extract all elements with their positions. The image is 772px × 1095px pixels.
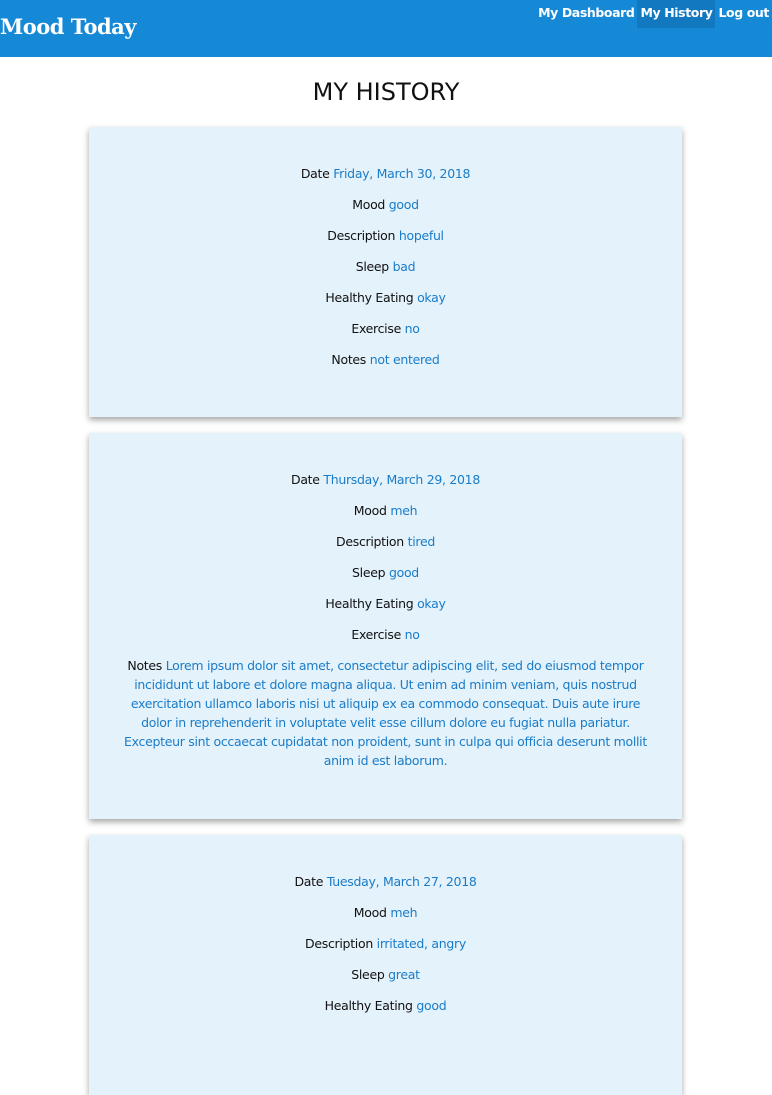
field-value: good	[388, 565, 419, 580]
field-label: Healthy Eating	[325, 290, 414, 305]
nav-links: My Dashboard My History Log out	[535, 0, 772, 28]
field-label: Mood	[352, 197, 386, 212]
field-label: Date	[291, 472, 320, 487]
field-label: Description	[327, 228, 396, 243]
field-value: meh	[390, 905, 418, 920]
field-value: tired	[407, 534, 436, 549]
field-label: Sleep	[355, 259, 390, 274]
field-label: Exercise	[351, 627, 401, 642]
entry-exercise-row: Exercise no	[119, 319, 652, 338]
field-value: okay	[417, 596, 446, 611]
entry-description-row: Description irritated, angry	[119, 934, 652, 953]
field-label: Description	[305, 936, 373, 951]
history-entry-card: Date Tuesday, March 27, 2018 Mood meh Desc…	[89, 835, 682, 1095]
field-value: hopeful	[398, 228, 444, 243]
field-label: Date	[300, 166, 330, 181]
field-label: Mood	[353, 503, 387, 518]
entry-notes-row: Notes not entered	[119, 350, 652, 369]
field-label: Healthy Eating	[325, 596, 414, 611]
entry-sleep-row: Sleep good	[119, 563, 652, 582]
entry-notes-row: Notes Lorem ipsum dolor sit amet, consec…	[119, 656, 652, 770]
field-label: Healthy Eating	[324, 998, 413, 1013]
field-value: good	[388, 197, 419, 212]
field-value: Thursday, March 29, 2018	[323, 472, 480, 487]
entry-exercise-row: Exercise no	[119, 625, 652, 644]
history-entry-card: Date Thursday, March 29, 2018 Mood meh Des…	[89, 433, 682, 819]
entry-date-row: Date Thursday, March 29, 2018	[119, 470, 652, 489]
nav-my-dashboard[interactable]: My Dashboard	[535, 0, 637, 28]
nav-my-history[interactable]: My History	[637, 0, 716, 28]
field-value: no	[404, 321, 420, 336]
navbar: Mood Today My Dashboard My History Log o…	[0, 0, 772, 57]
field-value: great	[388, 967, 420, 982]
entry-description-row: Description hopeful	[119, 226, 652, 245]
field-label: Mood	[353, 905, 387, 920]
entry-healthy-eating-row: Healthy Eating okay	[119, 288, 652, 307]
field-label: Date	[294, 874, 324, 889]
entry-mood-row: Mood meh	[119, 903, 652, 922]
history-entry-card: Date Friday, March 30, 2018 Mood good Desc…	[89, 127, 682, 417]
field-value: Tuesday, March 27, 2018	[326, 874, 477, 889]
nav-log-out[interactable]: Log out	[715, 0, 772, 28]
entry-mood-row: Mood meh	[119, 501, 652, 520]
field-label: Notes	[331, 352, 367, 367]
entry-date-row: Date Friday, March 30, 2018	[119, 164, 652, 183]
entry-healthy-eating-row: Healthy Eating good	[119, 996, 652, 1015]
field-value: bad	[392, 259, 416, 274]
field-value: Friday, March 30, 2018	[333, 166, 471, 181]
entry-description-row: Description tired	[119, 532, 652, 551]
entry-mood-row: Mood good	[119, 195, 652, 214]
field-label: Description	[336, 534, 404, 549]
field-value: not entered	[369, 352, 440, 367]
field-value: Lorem ipsum dolor sit amet, consectetur …	[124, 658, 647, 768]
brand-logo[interactable]: Mood Today	[0, 14, 136, 39]
entry-healthy-eating-row: Healthy Eating okay	[119, 594, 652, 613]
field-label: Sleep	[352, 565, 386, 580]
field-label: Sleep	[351, 967, 385, 982]
page-title: MY HISTORY	[312, 78, 460, 106]
field-label: Exercise	[351, 321, 401, 336]
entry-date-row: Date Tuesday, March 27, 2018	[119, 872, 652, 891]
field-value: okay	[417, 290, 446, 305]
entry-sleep-row: Sleep bad	[119, 257, 652, 276]
field-value: meh	[390, 503, 418, 518]
entry-sleep-row: Sleep great	[119, 965, 652, 984]
field-label: Notes	[127, 658, 162, 673]
field-value: no	[404, 627, 420, 642]
field-value: good	[416, 998, 447, 1013]
field-value: irritated, angry	[376, 936, 467, 951]
